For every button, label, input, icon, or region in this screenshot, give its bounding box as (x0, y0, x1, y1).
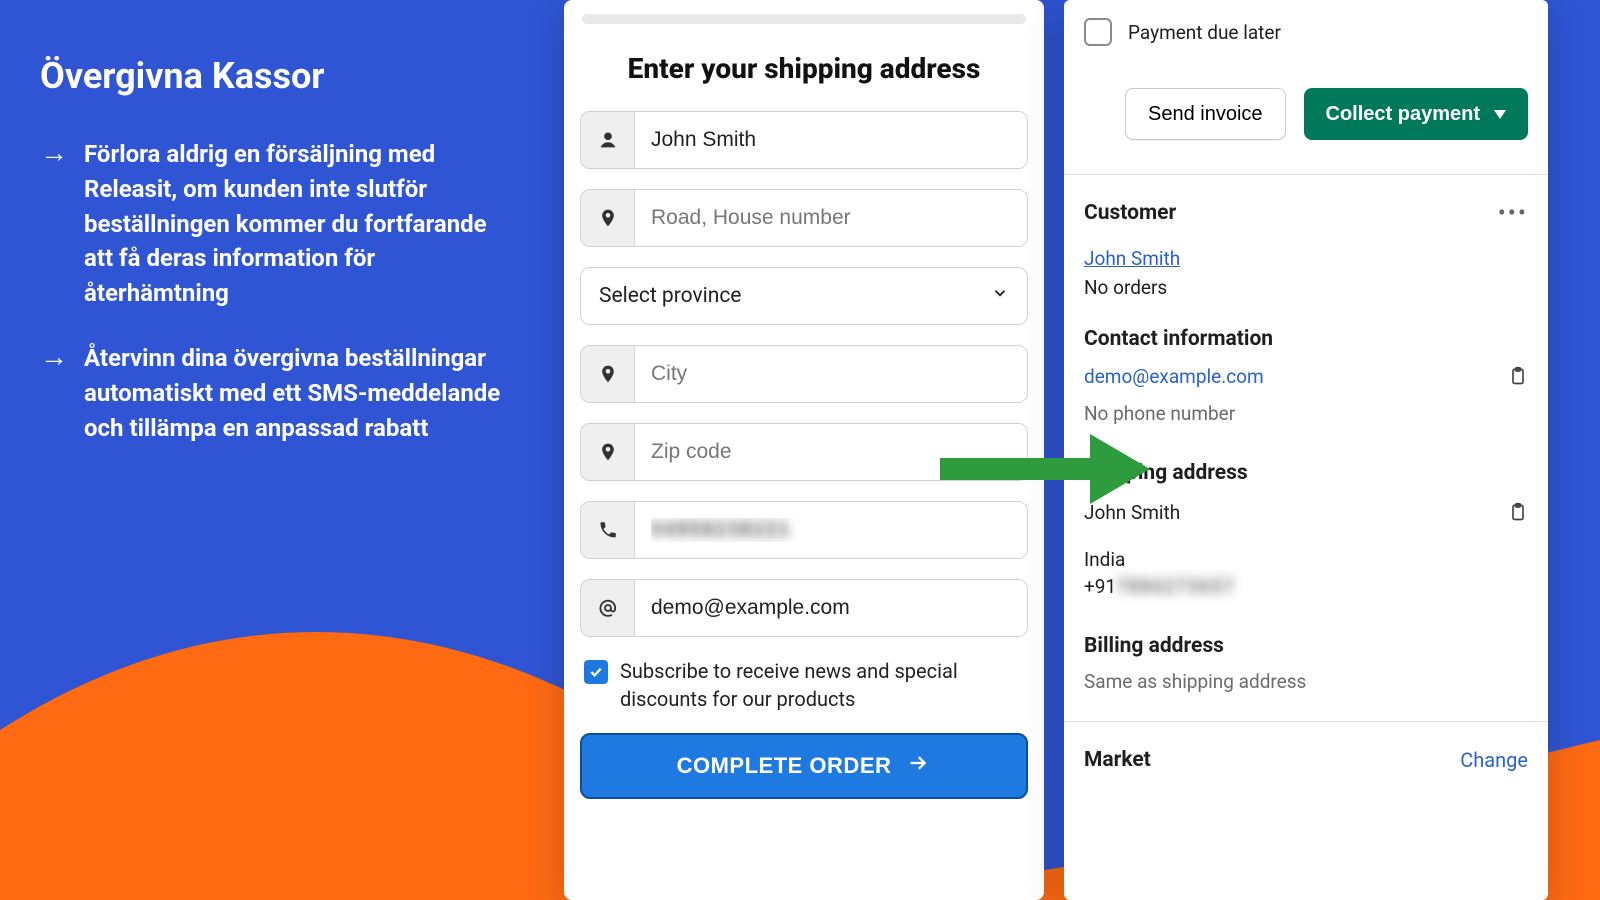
address-input[interactable] (635, 190, 1027, 246)
collect-payment-button[interactable]: Collect payment (1304, 88, 1528, 140)
marketing-title: Övergivna Kassor (40, 55, 520, 97)
arrow-right-icon: → (40, 137, 68, 311)
location-icon (581, 424, 635, 480)
market-section: Market Change (1084, 722, 1528, 790)
zip-field-row (580, 423, 1028, 481)
form-heading: Enter your shipping address (580, 52, 1028, 85)
payment-actions: Send invoice Collect payment (1084, 88, 1528, 140)
shipping-phone: +917886273657 (1084, 575, 1528, 598)
subscribe-checkbox[interactable] (584, 660, 608, 684)
shipping-name: John Smith (1084, 501, 1180, 524)
shipping-form-card: Enter your shipping address Select provi… (564, 0, 1044, 900)
zip-input[interactable] (635, 424, 1027, 480)
caret-down-icon (1494, 103, 1506, 126)
shipping-country: India (1084, 548, 1528, 571)
send-invoice-button[interactable]: Send invoice (1125, 88, 1286, 140)
contact-email-link[interactable]: demo@example.com (1084, 365, 1264, 388)
contact-section: Contact information demo@example.com No … (1084, 321, 1528, 443)
name-input[interactable] (635, 112, 1027, 168)
customer-name-link[interactable]: John Smith (1084, 247, 1180, 270)
chevron-down-icon (991, 284, 1009, 308)
customer-menu-icon[interactable]: ••• (1498, 199, 1528, 227)
payment-due-row: Payment due later (1084, 18, 1528, 46)
arrow-right-icon: → (40, 341, 68, 445)
location-icon (581, 346, 635, 402)
person-icon (581, 112, 635, 168)
city-input[interactable] (635, 346, 1027, 402)
clipboard-icon[interactable] (1508, 365, 1528, 392)
complete-order-label: COMPLETE ORDER (677, 753, 892, 779)
market-change-link[interactable]: Change (1460, 748, 1528, 772)
province-select-label: Select province (599, 284, 741, 308)
location-icon (581, 190, 635, 246)
payment-due-checkbox[interactable] (1084, 18, 1112, 46)
subscribe-row: Subscribe to receive news and special di… (584, 657, 1024, 713)
shipping-section: Shipping address John Smith India +91788… (1084, 443, 1528, 616)
at-icon (581, 580, 635, 636)
email-input[interactable] (635, 580, 1027, 636)
name-field-row (580, 111, 1028, 169)
shipping-phone-masked: 7886273657 (1116, 575, 1235, 598)
marketing-bullet-text: Förlora aldrig en försäljning med Releas… (84, 137, 520, 311)
clipboard-icon[interactable] (1508, 501, 1528, 528)
marketing-bullet-text: Återvinn dina övergivna beställningar au… (84, 341, 520, 445)
email-field-row (580, 579, 1028, 637)
arrow-right-icon (905, 753, 931, 779)
customer-section: Customer ••• John Smith No orders (1084, 175, 1528, 321)
marketing-copy: Övergivna Kassor → Förlora aldrig en för… (40, 55, 520, 475)
send-invoice-label: Send invoice (1148, 103, 1263, 126)
promo-canvas: Övergivna Kassor → Förlora aldrig en för… (0, 0, 1600, 900)
phone-icon (581, 502, 635, 558)
collect-payment-label: Collect payment (1326, 103, 1480, 126)
marketing-bullet: → Förlora aldrig en försäljning med Rele… (40, 137, 520, 311)
shipping-phone-prefix: +91 (1084, 575, 1116, 598)
payment-due-label: Payment due later (1128, 21, 1281, 44)
billing-heading: Billing address (1084, 634, 1528, 658)
marketing-bullet: → Återvinn dina övergivna beställningar … (40, 341, 520, 445)
shipping-heading: Shipping address (1084, 461, 1528, 485)
city-field-row (580, 345, 1028, 403)
customer-heading: Customer (1084, 201, 1176, 225)
admin-panel: Payment due later Send invoice Collect p… (1064, 0, 1548, 900)
market-heading: Market (1084, 748, 1151, 772)
contact-phone-placeholder: No phone number (1084, 402, 1528, 425)
subscribe-label: Subscribe to receive news and special di… (620, 657, 1024, 713)
complete-order-button[interactable]: COMPLETE ORDER (580, 733, 1028, 799)
phone-input[interactable] (635, 502, 1027, 558)
contact-heading: Contact information (1084, 327, 1528, 351)
card-topbar (582, 14, 1026, 24)
phone-field-row (580, 501, 1028, 559)
billing-section: Billing address Same as shipping address (1084, 616, 1528, 711)
province-select[interactable]: Select province (580, 267, 1028, 325)
billing-text: Same as shipping address (1084, 670, 1528, 693)
address-field-row (580, 189, 1028, 247)
customer-orders: No orders (1084, 276, 1528, 299)
